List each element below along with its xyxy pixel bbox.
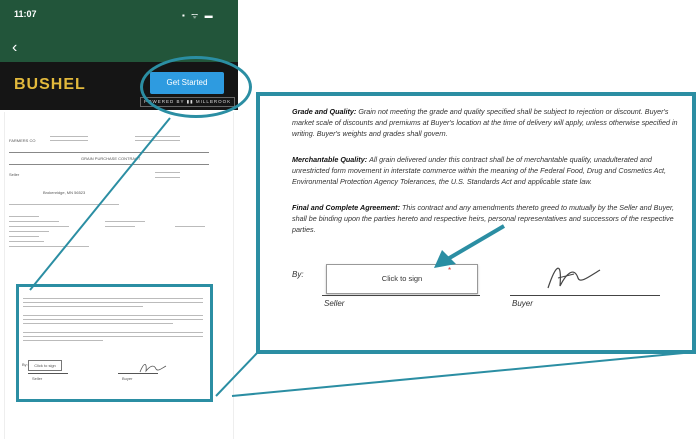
by-label: By:	[292, 270, 304, 279]
buyer-signature	[547, 267, 601, 289]
zoomed-contract-panel: Grade and Quality: Grain not meeting the…	[256, 92, 696, 354]
merchantable-quality-paragraph: Merchantable Quality: All grain delivere…	[292, 154, 688, 188]
seller-signature-line	[322, 295, 480, 296]
grade-quality-paragraph: Grade and Quality: Grain not meeting the…	[292, 106, 688, 140]
seller-label: Seller	[324, 299, 345, 308]
pointer-arrow-icon	[434, 224, 506, 268]
grade-quality-title: Grade and Quality:	[292, 107, 357, 116]
buyer-label: Buyer	[512, 299, 533, 308]
buyer-signature-line	[510, 295, 660, 296]
merchantable-quality-title: Merchantable Quality:	[292, 155, 368, 164]
final-agreement-title: Final and Complete Agreement:	[292, 203, 400, 212]
get-started-highlight-ellipse	[140, 56, 252, 118]
